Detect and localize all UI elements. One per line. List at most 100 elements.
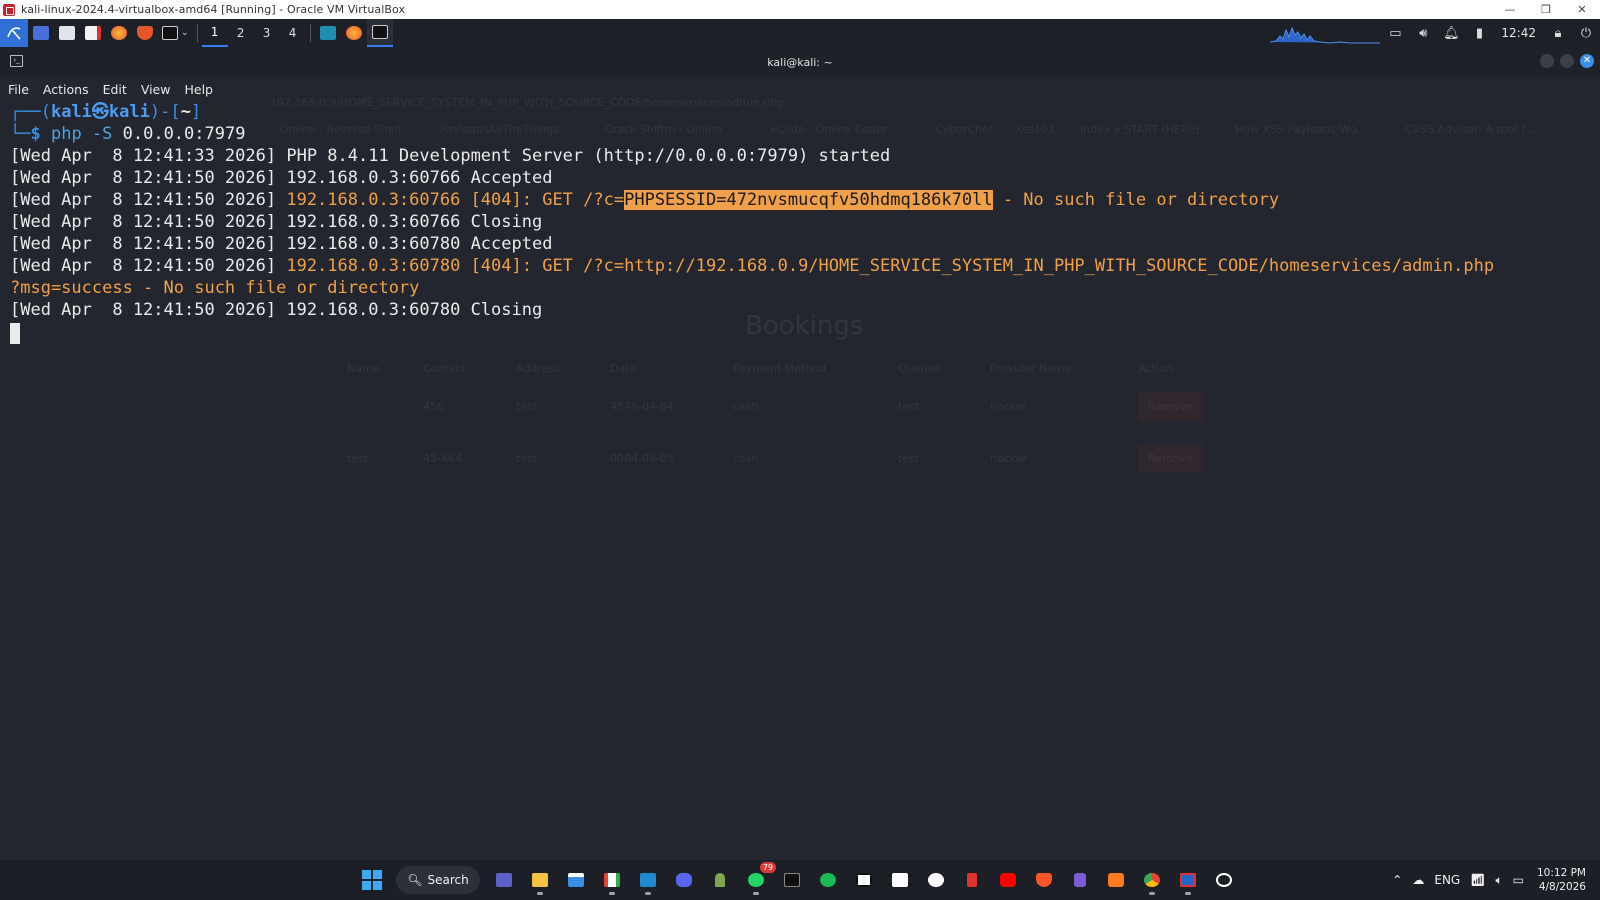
- brave-browser-icon[interactable]: [1028, 864, 1060, 896]
- github-icon[interactable]: [920, 864, 952, 896]
- windows-start-icon[interactable]: [356, 864, 388, 896]
- chevron-up-icon[interactable]: ⌃: [1387, 873, 1407, 887]
- terminal-titlebar: ›_ kali@kali: ~ ✕: [0, 47, 1600, 77]
- menu-help[interactable]: Help: [184, 82, 213, 97]
- teams-icon[interactable]: [488, 864, 520, 896]
- battery-icon[interactable]: ▭: [1508, 873, 1529, 887]
- log-line: [Wed Apr 8 12:41:33 2026] PHP 8.4.11 Dev…: [10, 145, 1600, 167]
- taskbar-firefox-icon[interactable]: [341, 19, 367, 47]
- log-message: 192.168.0.3:60766 Closing: [286, 212, 543, 232]
- terminal-icon[interactable]: [776, 864, 808, 896]
- notion-icon[interactable]: [848, 864, 880, 896]
- menu-file[interactable]: File: [8, 82, 29, 97]
- cpu-graph-icon: [1270, 26, 1380, 44]
- language-indicator[interactable]: ENG: [1429, 873, 1465, 887]
- gmail-icon[interactable]: [596, 864, 628, 896]
- taskbar-search-button[interactable]: 🔍︎ Search: [396, 866, 480, 894]
- show-desktop-icon[interactable]: [28, 19, 54, 47]
- prompt-frame: )-[: [149, 102, 181, 122]
- taskbar-burp-icon[interactable]: [315, 19, 341, 47]
- wifi-icon[interactable]: 📶︎: [1465, 873, 1490, 887]
- workspace-3[interactable]: 3: [254, 19, 280, 47]
- command-args: 0.0.0.0:7979: [112, 124, 246, 144]
- power-icon[interactable]: ⏻: [1572, 19, 1600, 47]
- log-line: [Wed Apr 8 12:41:50 2026] 192.168.0.3:60…: [10, 211, 1600, 233]
- panel-divider: [196, 24, 198, 42]
- volume-icon[interactable]: 🔊︎: [1409, 19, 1437, 47]
- microsoft-store-icon[interactable]: [560, 864, 592, 896]
- taskbar-date: 4/8/2026: [1538, 881, 1586, 893]
- log-message: PHP 8.4.11 Development Server (http://0.…: [286, 146, 891, 166]
- workspace-1[interactable]: 1: [201, 19, 228, 47]
- whatsapp-icon[interactable]: 79: [740, 862, 776, 896]
- lock-icon[interactable]: 🔒︎: [1544, 19, 1572, 47]
- discord-icon[interactable]: [668, 864, 700, 896]
- search-label: Search: [427, 873, 469, 887]
- virtualbox-logo-icon: [3, 3, 15, 16]
- vscode-icon[interactable]: [632, 864, 664, 896]
- chess-icon[interactable]: [704, 864, 736, 896]
- prompt-line: ┌──(kali㉿kali)-[~]: [10, 101, 1600, 123]
- kali-menu-icon[interactable]: [0, 19, 28, 47]
- firefox-icon[interactable]: [106, 19, 132, 47]
- terminal-close-button[interactable]: ✕: [1580, 54, 1594, 68]
- panel-divider: [309, 24, 311, 42]
- chrome-icon[interactable]: [1136, 864, 1168, 896]
- menu-view[interactable]: View: [141, 82, 171, 97]
- taskbar-clock[interactable]: 10:12 PM 4/8/2026: [1529, 866, 1600, 894]
- battery-icon[interactable]: ▮: [1465, 19, 1493, 47]
- log-timestamp: [Wed Apr 8 12:41:50 2026]: [10, 212, 287, 232]
- log-error: ?msg=success - No such file or directory: [10, 278, 420, 298]
- display-icon[interactable]: ▭: [1381, 19, 1409, 47]
- menu-edit[interactable]: Edit: [103, 82, 127, 97]
- virtualbox-icon[interactable]: [1172, 864, 1204, 896]
- cursor-line: [10, 321, 1600, 350]
- text-editor-icon[interactable]: [80, 19, 106, 47]
- log-timestamp: [Wed Apr 8 12:41:50 2026]: [10, 234, 287, 254]
- log-line: ?msg=success - No such file or directory: [10, 277, 1600, 299]
- terminal-window: Home Services Home Services Home Service…: [0, 47, 1600, 860]
- chatgpt-icon[interactable]: [1208, 864, 1240, 896]
- prompt-frame: └─: [10, 124, 31, 144]
- restore-button[interactable]: ❐: [1528, 0, 1564, 19]
- prompt-directory: ~: [180, 102, 191, 122]
- chevron-down-icon[interactable]: ⌄: [181, 28, 189, 38]
- terminal-window-icon[interactable]: ›_: [10, 55, 23, 67]
- command-line: └─$ php -S 0.0.0.0:7979: [10, 123, 1600, 145]
- panel-clock[interactable]: 12:42: [1493, 26, 1544, 40]
- close-button[interactable]: ✕: [1564, 0, 1600, 19]
- file-explorer-icon[interactable]: [524, 864, 556, 896]
- log-line: [Wed Apr 8 12:41:50 2026] 192.168.0.3:60…: [10, 167, 1600, 189]
- selected-session-cookie[interactable]: PHPSESSID=472nvsmucqfv50hdmq186k70ll: [624, 190, 993, 210]
- terminal-output[interactable]: ┌──(kali㉿kali)-[~] └─$ php -S 0.0.0.0:79…: [0, 101, 1600, 860]
- menu-actions[interactable]: Actions: [43, 82, 89, 97]
- log-timestamp: [Wed Apr 8 12:41:50 2026]: [10, 168, 287, 188]
- command-name: php -S: [50, 124, 113, 144]
- workspace-4[interactable]: 4: [280, 19, 306, 47]
- log-line: [Wed Apr 8 12:41:50 2026] 192.168.0.3:60…: [10, 299, 1600, 321]
- file-manager-icon[interactable]: [54, 19, 80, 47]
- whatsapp-badge: 79: [759, 862, 776, 873]
- terminal-maximize-button[interactable]: [1560, 54, 1574, 68]
- terminal-title: kali@kali: ~: [767, 55, 833, 69]
- hackerrank-icon[interactable]: [956, 864, 988, 896]
- onedrive-icon[interactable]: ☁︎: [1407, 873, 1429, 887]
- obsidian-icon[interactable]: [1064, 864, 1096, 896]
- spotify-icon[interactable]: [812, 864, 844, 896]
- xampp-icon[interactable]: [1100, 864, 1132, 896]
- speaker-icon[interactable]: 🔈︎: [1490, 873, 1507, 888]
- taskbar-terminal-icon[interactable]: [366, 19, 393, 47]
- log-error: 192.168.0.3:60780 [404]: GET /?c=http://…: [286, 256, 1495, 276]
- workspace-2[interactable]: 2: [228, 19, 254, 47]
- brave-icon[interactable]: [132, 19, 158, 47]
- notification-bell-icon[interactable]: 🔔︎: [1437, 19, 1465, 47]
- terminal-minimize-button[interactable]: [1540, 54, 1554, 68]
- terminal-launcher-icon[interactable]: ⌄: [158, 19, 193, 47]
- ai-app-icon[interactable]: [884, 864, 916, 896]
- minimize-button[interactable]: —: [1492, 0, 1528, 19]
- youtube-icon[interactable]: [992, 864, 1024, 896]
- system-tray: ⌃ ☁︎ ENG 📶︎ 🔈︎ ▭ 10:12 PM 4/8/2026: [1387, 860, 1600, 900]
- host-window-title: kali-linux-2024.4-virtualbox-amd64 [Runn…: [21, 3, 406, 16]
- log-error: - No such file or directory: [992, 190, 1280, 210]
- terminal-cursor: [10, 323, 20, 344]
